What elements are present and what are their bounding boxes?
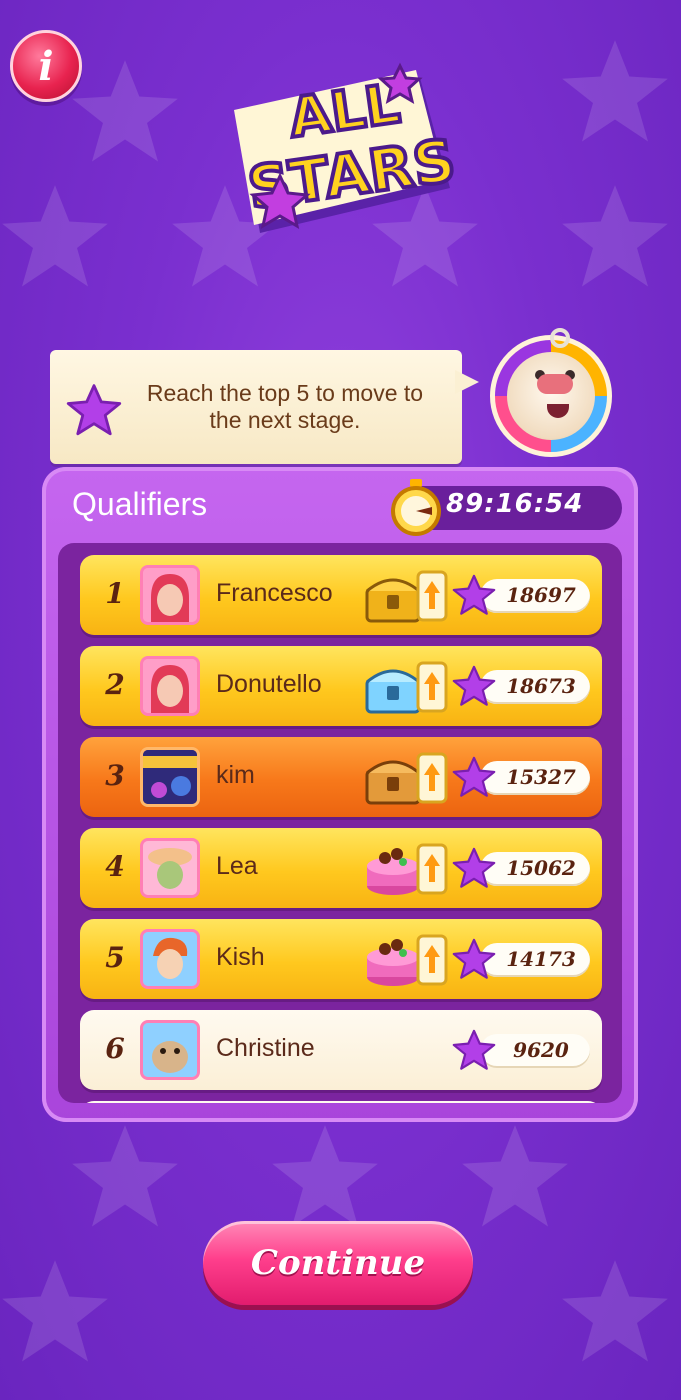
player-avatar bbox=[140, 929, 200, 989]
leaderboard-row[interactable]: 2 Donutello 18673 bbox=[80, 646, 602, 726]
keyring-icon bbox=[550, 328, 570, 348]
background-star-icon bbox=[72, 60, 178, 162]
rank-number: 4 bbox=[105, 850, 125, 883]
player-score: 9620 bbox=[513, 1038, 569, 1062]
all-stars-logo: ALL STARS bbox=[234, 62, 460, 233]
leaderboard-row[interactable] bbox=[80, 1101, 602, 1103]
player-score: 15062 bbox=[506, 856, 576, 880]
hint-bubble-tail bbox=[455, 370, 479, 394]
continue-button[interactable]: Continue bbox=[203, 1221, 473, 1305]
booster-ticket-icon bbox=[416, 570, 448, 622]
player-score: 18697 bbox=[506, 583, 576, 607]
booster-ticket-icon bbox=[416, 752, 448, 804]
hint-text: Reach the top 5 to move to the next stag… bbox=[146, 380, 424, 433]
leaderboard-row[interactable]: 1 Francesco 18697 bbox=[80, 555, 602, 635]
star-icon bbox=[452, 665, 496, 706]
leaderboard-row-current-player[interactable]: 3 kim 15327 bbox=[80, 737, 602, 817]
leaderboard-list[interactable]: 1 Francesco 18697 2 Donutello 18673 3 ki… bbox=[58, 543, 622, 1103]
player-name: Christine bbox=[216, 1034, 315, 1062]
star-icon bbox=[452, 1029, 496, 1070]
player-score: 15327 bbox=[506, 765, 576, 789]
player-name: Francesco bbox=[216, 579, 333, 607]
leaderboard-row[interactable]: 4 Lea 15062 bbox=[80, 828, 602, 908]
background-star-icon bbox=[562, 40, 668, 142]
rank-number: 6 bbox=[105, 1032, 125, 1065]
background-star-icon bbox=[72, 1125, 178, 1227]
player-avatar bbox=[140, 838, 200, 898]
player-name: Donutello bbox=[216, 670, 322, 698]
stopwatch-icon bbox=[391, 479, 441, 536]
rank-number: 3 bbox=[105, 759, 125, 792]
rank-number: 1 bbox=[105, 577, 125, 610]
player-avatar bbox=[140, 565, 200, 625]
star-icon bbox=[452, 756, 496, 797]
star-icon bbox=[452, 938, 496, 979]
info-button[interactable]: i bbox=[10, 30, 82, 102]
leaderboard-row[interactable]: 6 Christine 9620 bbox=[80, 1010, 602, 1090]
player-name: Lea bbox=[216, 852, 258, 880]
player-score: 14173 bbox=[506, 947, 576, 971]
star-icon bbox=[66, 384, 122, 436]
rank-number: 5 bbox=[105, 941, 125, 974]
player-score: 18673 bbox=[506, 674, 576, 698]
background-star-icon bbox=[562, 185, 668, 287]
background-star-icon bbox=[462, 1125, 568, 1227]
countdown-timer: 89:16:54 bbox=[446, 489, 584, 519]
player-name: kim bbox=[216, 761, 255, 789]
info-icon: i bbox=[38, 42, 54, 90]
background-star-icon bbox=[562, 1260, 668, 1362]
player-avatar bbox=[140, 656, 200, 716]
rank-number: 2 bbox=[105, 668, 125, 701]
background-star-icon bbox=[2, 185, 108, 287]
player-name: Kish bbox=[216, 943, 265, 971]
player-avatar bbox=[140, 747, 200, 807]
booster-ticket-icon bbox=[416, 661, 448, 713]
background-star-icon bbox=[2, 1260, 108, 1362]
star-icon bbox=[452, 574, 496, 615]
leaderboard-title: Qualifiers bbox=[72, 486, 208, 522]
booster-ticket-icon bbox=[416, 843, 448, 895]
player-avatar bbox=[140, 1020, 200, 1080]
booster-ticket-icon bbox=[416, 934, 448, 986]
host-avatar bbox=[490, 328, 612, 457]
host-face bbox=[507, 352, 595, 440]
leaderboard-row[interactable]: 5 Kish 14173 bbox=[80, 919, 602, 999]
star-icon bbox=[452, 847, 496, 888]
background-star-icon bbox=[272, 1125, 378, 1227]
